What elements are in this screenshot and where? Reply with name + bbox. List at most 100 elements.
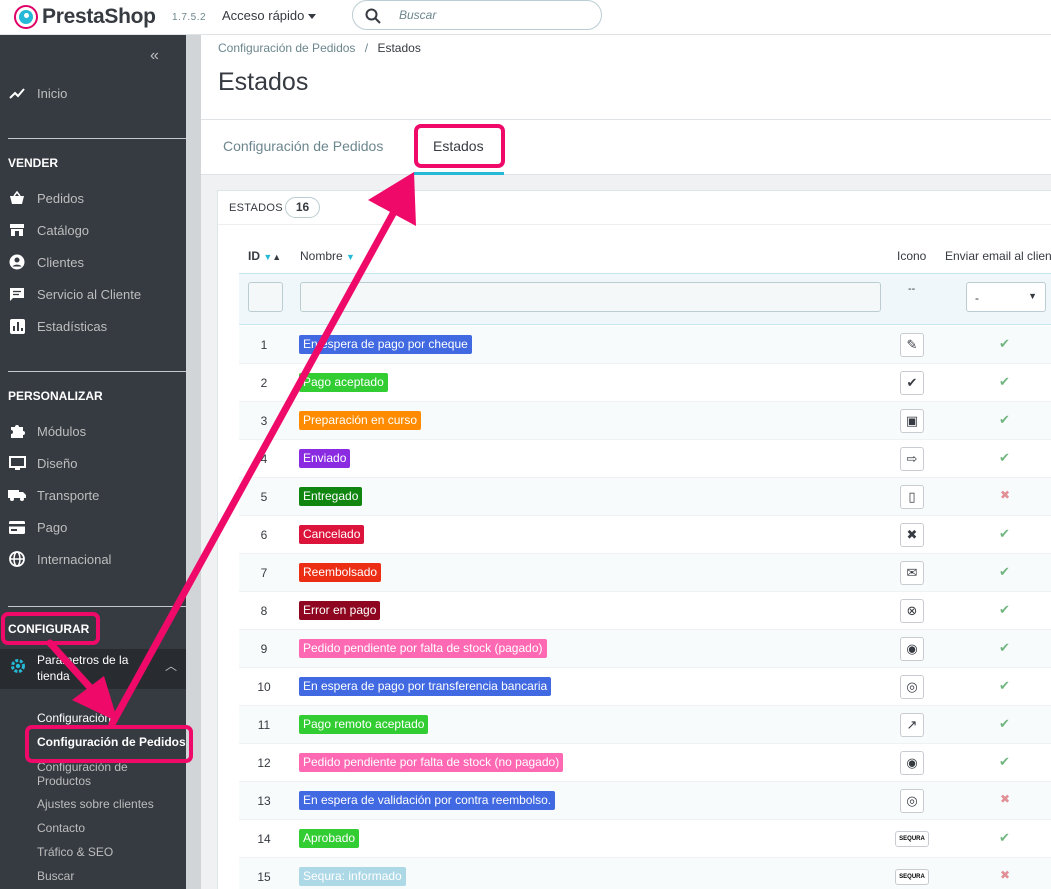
quick-access-dropdown[interactable]: Acceso rápido	[222, 8, 317, 23]
sidebar-item-clientes[interactable]: Clientes	[8, 251, 183, 273]
filter-email-select[interactable]: - ▼	[966, 282, 1046, 312]
column-header-email: Enviar email al cliente	[945, 249, 1051, 263]
divider	[8, 371, 186, 372]
filter-id-input[interactable]	[248, 282, 283, 312]
sidebar-item-label: Pedidos	[37, 190, 84, 206]
row-id: 7	[260, 566, 268, 580]
state-icon: ◎	[900, 675, 924, 699]
filter-name-input[interactable]	[300, 282, 881, 312]
status-badge: Cancelado	[299, 525, 365, 544]
sidebar-item-inicio[interactable]: Inicio	[8, 82, 183, 104]
sidebar-subitem-trafico-seo[interactable]: Tráfico & SEO	[37, 845, 113, 859]
status-badge: Pago remoto aceptado	[299, 715, 429, 734]
table-row[interactable]: 5 Entregado ▯ ✖	[239, 478, 1051, 516]
section-title-vender: VENDER	[8, 156, 59, 170]
highlight-estados-tab	[414, 124, 505, 168]
check-icon[interactable]: ✔	[999, 602, 1010, 618]
state-icon: ◉	[900, 751, 924, 775]
table-row[interactable]: 11 Pago remoto aceptado ↗ ✔	[239, 706, 1051, 744]
table-row[interactable]: 4 Enviado ⇨ ✔	[239, 440, 1051, 478]
table-row[interactable]: 8 Error en pago ⊗ ✔	[239, 592, 1051, 630]
check-icon[interactable]: ✔	[999, 678, 1010, 694]
panel-heading: ESTADOS 16	[218, 191, 1051, 225]
trending-up-icon	[8, 85, 26, 101]
filter-row: -- - ▼	[239, 273, 1051, 325]
tab-configuracion-pedidos[interactable]: Configuración de Pedidos	[223, 138, 383, 154]
sidebar-item-estadisticas[interactable]: Estadísticas	[8, 315, 183, 337]
sidebar-item-transporte[interactable]: Transporte	[8, 484, 183, 506]
panel-title: ESTADOS	[229, 202, 283, 214]
cross-icon[interactable]: ✖	[1000, 792, 1010, 806]
breadcrumb-current: Estados	[377, 41, 421, 55]
column-header-name[interactable]: Nombre ▼	[300, 249, 355, 263]
account-circle-icon	[8, 254, 26, 270]
search-input[interactable]: Buscar	[352, 0, 602, 30]
row-id: 3	[260, 414, 268, 428]
sidebar-item-pago[interactable]: Pago	[8, 516, 183, 538]
check-icon[interactable]: ✔	[999, 716, 1010, 732]
state-icon: ✉	[900, 561, 924, 585]
sidebar-subitem-configuracion-productos[interactable]: Configuración de Productos	[37, 760, 147, 788]
table-row[interactable]: 10 En espera de pago por transferencia ba…	[239, 668, 1051, 706]
divider	[8, 138, 186, 139]
row-id: 13	[257, 794, 271, 808]
state-icon: SEQURA	[895, 831, 929, 847]
table-row[interactable]: 13 En espera de validación por contra ree…	[239, 782, 1051, 820]
state-icon: ⊗	[900, 599, 924, 623]
table-row[interactable]: 9 Pedido pendiente por falta de stock (pa…	[239, 630, 1051, 668]
sidebar-item-label: Servicio al Cliente	[37, 286, 142, 302]
collapse-sidebar-icon[interactable]: «	[150, 47, 159, 65]
table-row[interactable]: 1 En espera de pago por cheque ✎ ✔	[239, 326, 1051, 364]
row-id: 6	[260, 528, 268, 542]
table-row[interactable]: 6 Cancelado ✖ ✔	[239, 516, 1051, 554]
check-icon[interactable]: ✔	[999, 336, 1010, 352]
sidebar-item-modulos[interactable]: Módulos	[8, 420, 183, 442]
table-row[interactable]: 15 Sequra: informado SEQURA ✖	[239, 858, 1051, 889]
section-title-personalizar: PERSONALIZAR	[8, 389, 103, 403]
table-row[interactable]: 3 Preparación en curso ▣ ✔	[239, 402, 1051, 440]
sidebar-item-catalogo[interactable]: Catálogo	[8, 219, 183, 241]
check-icon[interactable]: ✔	[999, 564, 1010, 580]
sidebar-item-diseno[interactable]: Diseño	[8, 452, 183, 474]
row-id: 10	[257, 680, 271, 694]
search-icon	[365, 8, 381, 24]
table-row[interactable]: 2 Pago aceptado ✔ ✔	[239, 364, 1051, 402]
cross-icon[interactable]: ✖	[1000, 868, 1010, 882]
sidebar-subitem-contacto[interactable]: Contacto	[37, 821, 85, 835]
sidebar-item-label: Estadísticas	[37, 318, 108, 334]
row-id: 2	[260, 376, 268, 390]
check-icon[interactable]: ✔	[999, 830, 1010, 846]
sidebar-subitem-buscar[interactable]: Buscar	[37, 869, 74, 883]
breadcrumb-link[interactable]: Configuración de Pedidos	[218, 41, 355, 55]
sort-asc-icon[interactable]: ▲	[272, 252, 281, 262]
check-icon[interactable]: ✔	[999, 754, 1010, 770]
version-label: 1.7.5.2	[172, 12, 207, 23]
check-icon[interactable]: ✔	[999, 640, 1010, 656]
cross-icon[interactable]: ✖	[1000, 488, 1010, 502]
table-row[interactable]: 7 Reembolsado ✉ ✔	[239, 554, 1051, 592]
sort-desc-icon[interactable]: ▼	[346, 252, 355, 262]
sidebar-item-pedidos[interactable]: Pedidos	[8, 187, 183, 209]
table-row[interactable]: 12 Pedido pendiente por falta de stock (n…	[239, 744, 1051, 782]
sort-desc-icon[interactable]: ▼	[263, 252, 272, 262]
sidebar-item-internacional[interactable]: Internacional	[8, 548, 183, 570]
column-header-id[interactable]: ID ▼▲	[248, 249, 281, 263]
prestashop-logo[interactable]: PrestaShop	[14, 3, 156, 31]
table-row[interactable]: 14 Aprobado SEQURA ✔	[239, 820, 1051, 858]
highlight-configurar	[1, 612, 100, 645]
check-icon[interactable]: ✔	[999, 374, 1010, 390]
check-icon[interactable]: ✔	[999, 450, 1010, 466]
status-badge: Reembolsado	[299, 563, 382, 582]
sidebar-subitem-ajustes-clientes[interactable]: Ajustes sobre clientes	[37, 797, 154, 811]
header-label: ID	[248, 249, 260, 263]
sidebar-item-label: Pago	[37, 519, 68, 535]
check-icon[interactable]: ✔	[999, 526, 1010, 542]
sidebar-subitem-configuracion[interactable]: Configuración	[37, 711, 111, 725]
sidebar-item-servicio-cliente[interactable]: Servicio al Cliente	[8, 283, 183, 305]
select-caret-icon: ▼	[1028, 291, 1037, 301]
chevron-up-icon: ︿	[165, 659, 178, 673]
sidebar-item-parametros-tienda[interactable]: Parámetros de la tienda ︿	[0, 649, 186, 689]
highlight-configuracion-pedidos	[25, 725, 193, 763]
status-badge: Entregado	[299, 487, 363, 506]
check-icon[interactable]: ✔	[999, 412, 1010, 428]
